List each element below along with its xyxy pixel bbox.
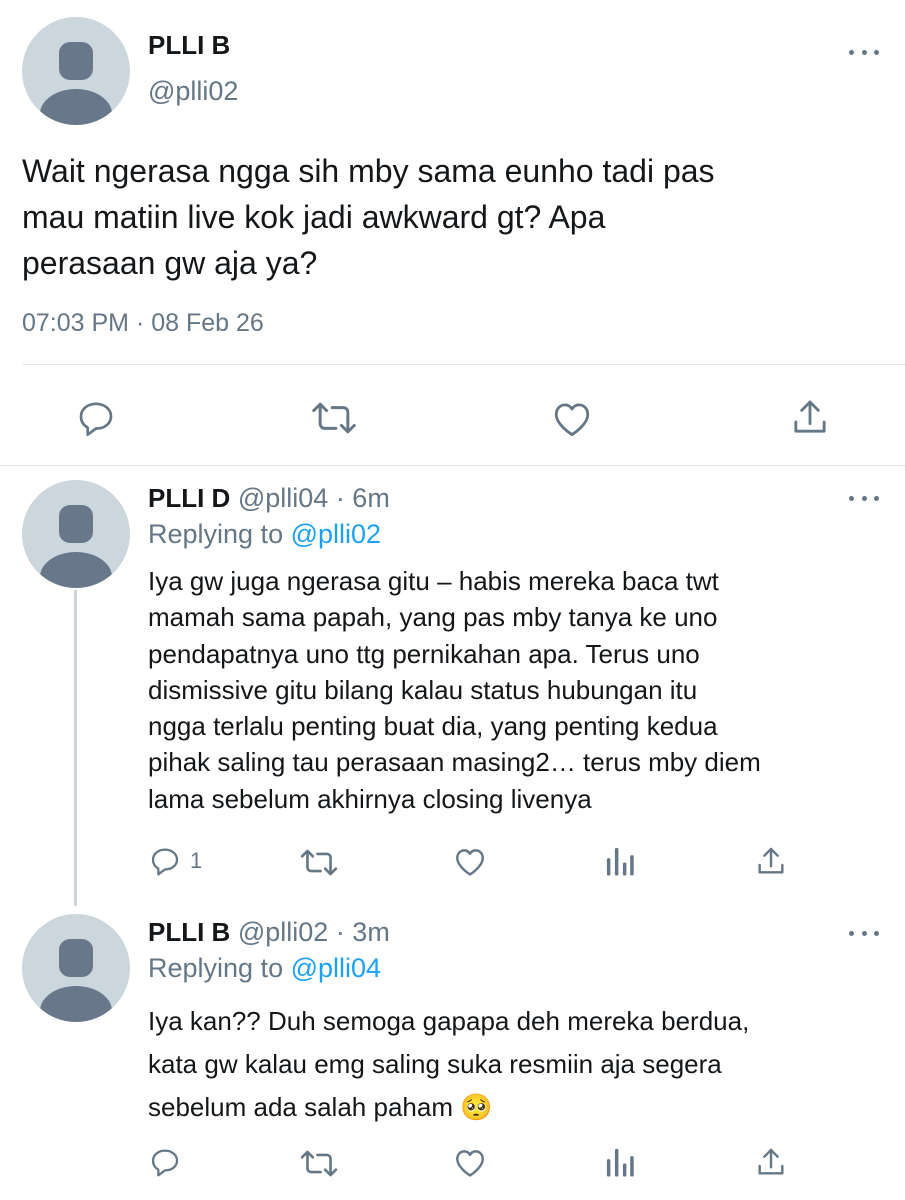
divider	[0, 465, 905, 466]
reply-count: 1	[190, 848, 203, 873]
display-name[interactable]: PLLI D	[148, 483, 230, 513]
reply-header: PLLI D @plli04 · 6m	[148, 483, 390, 514]
reply-text-line: mamah sama papah, yang pas mby tanya ke …	[148, 602, 718, 633]
avatar-head-shape	[59, 42, 93, 80]
reply-header: PLLI B @plli02 · 3m	[148, 917, 390, 948]
reply-text-segment: sebelum ada salah paham	[148, 1092, 453, 1122]
replying-to: Replying to @plli04	[148, 953, 381, 984]
analytics-icon[interactable]	[605, 1146, 635, 1178]
retweet-icon[interactable]	[299, 1148, 339, 1179]
reply-icon[interactable]	[148, 845, 182, 877]
handle-and-time[interactable]: @plli04 · 6m	[238, 483, 390, 513]
replying-to-label: Replying to	[148, 519, 284, 549]
like-icon[interactable]	[551, 398, 593, 438]
replying-to-handle[interactable]: @plli04	[291, 953, 381, 983]
reply-text-line-with-emoji: sebelum ada salah paham 🥺	[148, 1086, 749, 1129]
avatar-head-shape	[59, 939, 93, 977]
more-options-icon[interactable]	[849, 493, 879, 503]
replying-to-handle[interactable]: @plli02	[291, 519, 381, 549]
reply-text: Iya gw juga ngerasa gitu – habis mereka …	[148, 563, 761, 817]
thread-connector-line	[74, 590, 77, 906]
handle-and-time[interactable]: @plli02 · 3m	[238, 917, 390, 947]
avatar-main[interactable]	[22, 17, 130, 125]
reply-text-line: Iya gw juga ngerasa gitu – habis mereka …	[148, 566, 719, 596]
avatar-reply[interactable]	[22, 914, 130, 1022]
reply-icon[interactable]	[75, 398, 117, 438]
timestamp[interactable]: 07:03 PM · 08 Feb 26	[22, 309, 264, 338]
retweet-icon[interactable]	[299, 847, 339, 878]
reply-text-line: pihak saling tau perasaan masing2… terus…	[148, 747, 761, 778]
reply-text-line: Iya kan?? Duh semoga gapapa deh mereka b…	[148, 1006, 750, 1036]
tweet-text-line: mau matiin live kok jadi awkward gt? Apa	[22, 199, 606, 235]
like-icon[interactable]	[453, 845, 487, 877]
display-name[interactable]: PLLI B	[148, 917, 230, 947]
avatar-body-shape	[40, 986, 112, 1022]
analytics-icon[interactable]	[605, 845, 635, 877]
avatar-reply[interactable]	[22, 480, 130, 588]
reply-text-line: pendapatnya uno ttg pernikahan apa. Teru…	[148, 638, 700, 669]
like-icon[interactable]	[453, 1146, 487, 1178]
share-icon[interactable]	[790, 396, 830, 438]
reply-text-line: ngga terlalu penting buat dia, yang pent…	[148, 711, 718, 742]
share-icon[interactable]	[755, 1145, 787, 1179]
display-name[interactable]: PLLI B	[148, 30, 230, 61]
handle[interactable]: @plli02	[148, 76, 238, 107]
reply-text: Iya kan?? Duh semoga gapapa deh mereka b…	[148, 1000, 749, 1129]
tweet-text-line: Wait ngerasa ngga sih mby sama eunho tad…	[22, 153, 715, 189]
pleading-face-emoji: 🥺	[460, 1092, 493, 1122]
divider	[22, 364, 905, 365]
reply-icon[interactable]	[148, 1146, 182, 1178]
share-icon[interactable]	[755, 844, 787, 878]
replying-to-label: Replying to	[148, 953, 284, 983]
reply-text-line: lama sebelum akhirnya closing livenya	[148, 783, 592, 814]
retweet-icon[interactable]	[310, 399, 358, 437]
avatar-body-shape	[40, 552, 112, 588]
more-options-icon[interactable]	[849, 47, 879, 57]
reply-text-line: kata gw kalau emg saling suka resmiin aj…	[148, 1049, 722, 1079]
tweet-text: Wait ngerasa ngga sih mby sama eunho tad…	[22, 148, 715, 286]
more-options-icon[interactable]	[849, 928, 879, 938]
reply-text-line: dismissive gitu bilang kalau status hubu…	[148, 674, 698, 705]
tweet-text-line: perasaan gw aja ya?	[22, 245, 318, 281]
avatar-head-shape	[59, 505, 93, 543]
avatar-body-shape	[40, 89, 112, 125]
replying-to: Replying to @plli02	[148, 519, 381, 550]
